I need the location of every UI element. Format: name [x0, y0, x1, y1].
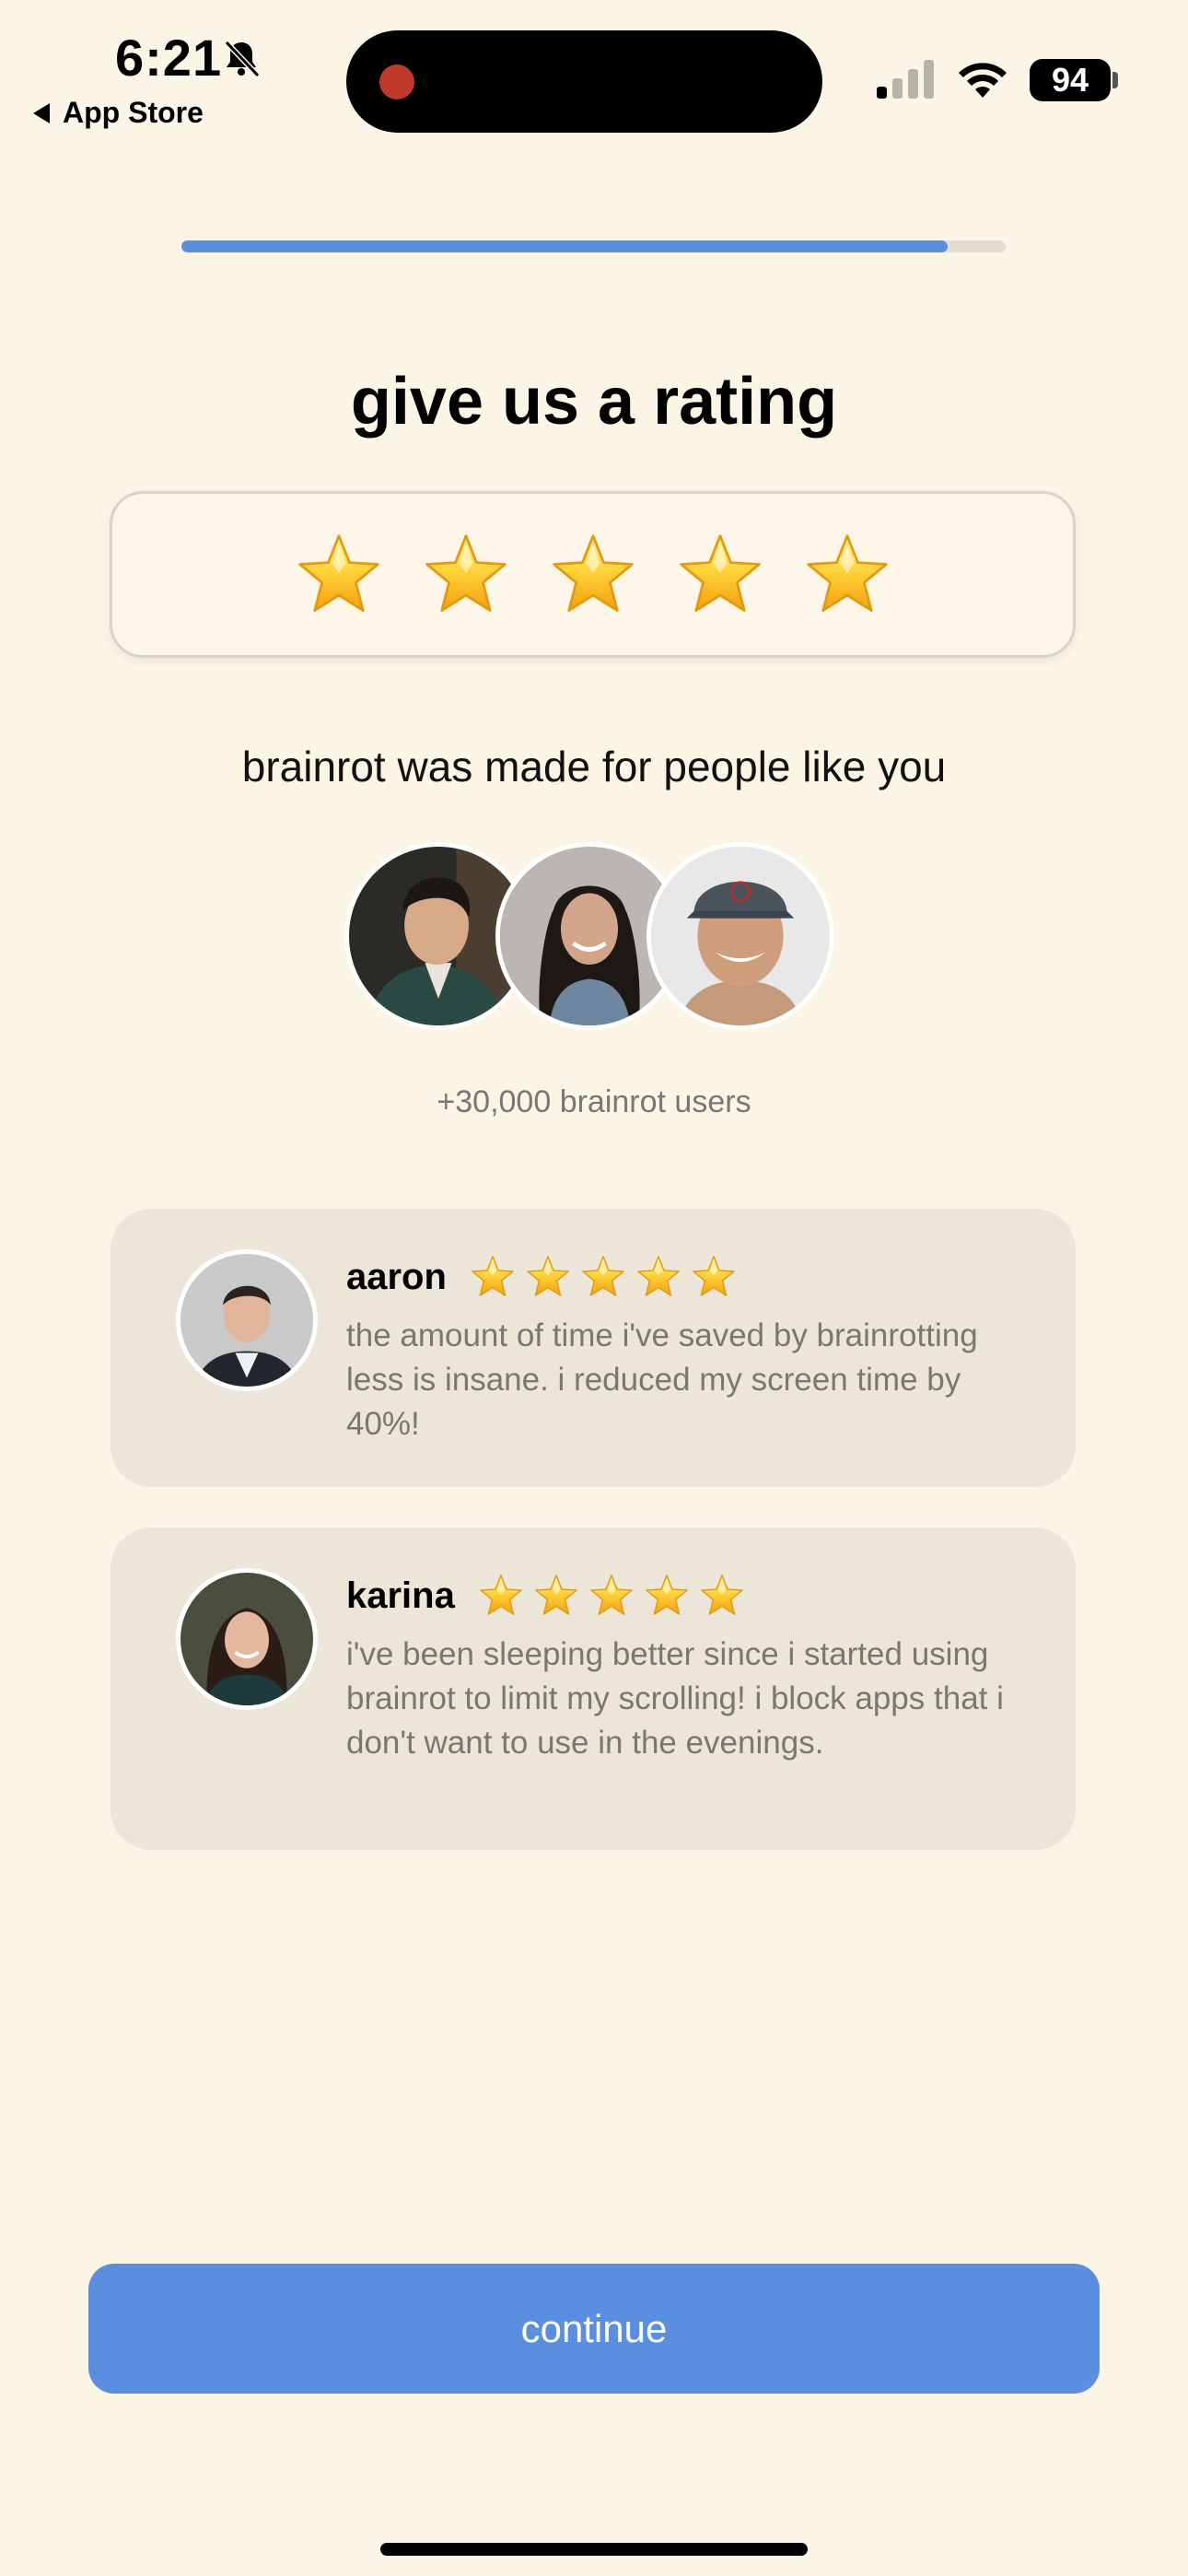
reviewer-photo-karina [181, 1573, 313, 1705]
page-title: give us a rating [350, 365, 838, 439]
star-icon [589, 1574, 634, 1618]
reviewer-name: aaron [346, 1256, 447, 1297]
battery-indicator: 94 [1030, 59, 1111, 101]
status-time: 6:21 [115, 29, 223, 87]
user-photo-3 [651, 847, 830, 1025]
social-proof-heading: brainrot was made for people like you [241, 743, 947, 790]
review-card: karina i've been sleeping better since i… [111, 1528, 1076, 1850]
rating-star-4[interactable] [678, 533, 763, 617]
dynamic-island [346, 30, 822, 133]
star-icon [526, 1255, 570, 1299]
battery-percent: 94 [1051, 61, 1089, 99]
rating-star-2[interactable] [424, 533, 508, 617]
continue-button[interactable]: continue [88, 2264, 1100, 2394]
star-icon [581, 1255, 625, 1299]
star-icon [692, 1255, 736, 1299]
battery-nub [1112, 72, 1118, 88]
rating-star-5[interactable] [805, 533, 890, 617]
back-caret-icon [33, 102, 50, 123]
users-count: +30,000 brainrot users [437, 1084, 751, 1119]
review-card: aaron the amount of time i've saved by b… [111, 1209, 1076, 1487]
rating-star-3[interactable] [551, 533, 635, 617]
cellular-signal-icon [877, 60, 934, 99]
reviewer-photo-aaron [181, 1254, 313, 1387]
recording-indicator-icon [379, 64, 414, 100]
rating-star-1[interactable] [297, 533, 381, 617]
progress-fill [181, 240, 949, 252]
back-link-label: App Store [63, 96, 204, 129]
star-icon [471, 1255, 515, 1299]
bell-muted-icon [224, 40, 261, 78]
home-indicator [380, 2543, 808, 2556]
review-text: the amount of time i've saved by brainro… [346, 1317, 978, 1442]
onboarding-progress-bar [181, 240, 1006, 252]
review-stars [471, 1255, 736, 1299]
wifi-icon [959, 63, 1007, 98]
rating-stars-box [110, 491, 1076, 658]
review-header: aaron [346, 1255, 736, 1299]
avatar [646, 842, 834, 1030]
reviewer-avatar [176, 1249, 318, 1391]
star-icon [700, 1574, 744, 1618]
star-icon [534, 1574, 578, 1618]
reviewer-name: karina [346, 1575, 455, 1616]
review-stars [479, 1574, 744, 1618]
reviewer-avatar [176, 1568, 318, 1710]
star-icon [636, 1255, 681, 1299]
review-text: i've been sleeping better since i starte… [346, 1636, 1004, 1761]
star-icon [645, 1574, 689, 1618]
review-header: karina [346, 1574, 744, 1618]
back-to-app-store-link[interactable]: App Store [33, 96, 204, 130]
star-icon [479, 1574, 523, 1618]
